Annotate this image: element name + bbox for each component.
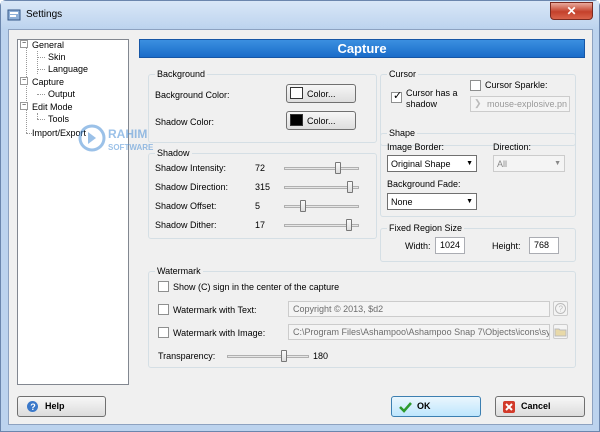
watermark-image-input[interactable]: C:\Program Files\Ashampoo\Ashampoo Snap … [288,324,550,340]
shadow-offset-thumb[interactable] [299,200,306,212]
fixed-region-group: Fixed Region Size Width: 1024 Height: 76… [380,223,576,262]
shadow-offset-value: 5 [255,201,261,211]
cursor-group-title: Cursor [387,69,419,80]
watermark-text-label: Watermark with Text: [173,305,257,315]
tree-item-edit-mode[interactable]: Edit Mode [32,102,73,113]
expand-toggle-icon[interactable]: − [20,77,28,85]
direction-label: Direction: [493,142,532,152]
folder-icon[interactable] [553,324,568,339]
window-title: Settings [26,9,63,20]
shadow-color-swatch [290,114,303,126]
image-border-select[interactable]: Original Shape ▼ [387,155,477,172]
cross-icon [503,401,515,413]
cancel-button[interactable]: Cancel [495,396,585,417]
cursor-shadow-label: Cursor has a shadow [406,88,458,109]
overlay-text-2: SOFTWARE [108,143,154,152]
shadow-direction-value: 315 [255,182,271,192]
image-border-label: Image Border: [387,142,445,152]
cursor-sparkle-label: Cursor Sparkle: [485,80,548,90]
title-bar: Settings ✕ [1,1,599,29]
watermark-image-label: Watermark with Image: [173,328,266,338]
watermark-group-title: Watermark [155,266,203,277]
settings-window: Settings ✕ − General Skin Language − Cap… [0,0,600,432]
shape-group: Shape Image Border: Direction: Original … [380,128,576,217]
shadow-intensity-thumb[interactable] [335,162,341,174]
close-button[interactable]: ✕ [550,2,593,20]
dropdown-arrow-icon: ▼ [466,160,473,167]
shadow-dither-value: 17 [255,220,266,230]
shadow-intensity-slider[interactable] [284,167,359,170]
category-tree[interactable]: − General Skin Language − Capture Output… [17,39,129,385]
background-color-button[interactable]: Color... [286,84,356,103]
shadow-offset-label: Shadow Offset: [155,201,217,211]
height-label: Height: [492,241,521,251]
expand-toggle-icon[interactable]: − [20,40,28,48]
dropdown-arrow-icon: ▼ [466,198,473,205]
background-group: Background Background Color: Color... Sh… [148,69,377,143]
expand-toggle-icon[interactable]: − [20,102,28,110]
transparency-slider[interactable] [227,355,309,358]
direction-select[interactable]: All ▼ [493,155,565,172]
watermark-group: Watermark Show (C) sign in the center of… [148,266,576,368]
help-icon[interactable]: ? [553,301,568,316]
dialog-body: − General Skin Language − Capture Output… [8,29,593,425]
checkmark-icon: ✓ [393,90,403,102]
tree-item-language[interactable]: Language [48,64,88,75]
shadow-intensity-value: 72 [255,163,266,173]
tree-item-output[interactable]: Output [48,89,75,100]
shadow-offset-slider[interactable] [284,205,359,208]
tree-item-skin[interactable]: Skin [48,52,66,63]
shadow-dither-thumb[interactable] [345,219,352,231]
shadow-intensity-label: Shadow Intensity: [155,163,227,173]
settings-icon [7,9,21,21]
shadow-color-label: Shadow Color: [155,117,215,127]
shape-group-title: Shape [387,128,418,139]
background-color-label: Background Color: [155,90,230,100]
cursor-sparkle-file[interactable]: mouse-explosive.pn [470,96,570,112]
width-label: Width: [405,241,431,251]
cursor-shadow-checkbox[interactable]: ✓ [391,90,403,103]
show-copyright-label: Show (C) sign in the center of the captu… [173,282,340,292]
arrow-right-icon: ❯ [474,98,482,108]
tree-item-general[interactable]: General [32,40,64,51]
shadow-group-title: Shadow [155,148,192,159]
cursor-sparkle-checkbox[interactable] [470,80,481,91]
dropdown-arrow-icon: ▼ [554,160,561,167]
background-fade-label: Background Fade: [387,179,461,189]
transparency-value: 180 [313,351,329,361]
page-title: Capture [139,39,585,58]
help-circle-icon: ? [27,401,38,412]
transparency-thumb[interactable] [281,350,288,362]
shadow-group: Shadow Shadow Intensity: 72 Shadow Direc… [148,148,377,239]
svg-text:?: ? [559,305,564,314]
help-button[interactable]: ? Help [17,396,106,417]
watermark-text-input[interactable]: Copyright © 2013, $d2 [288,301,550,317]
shadow-direction-label: Shadow Direction: [155,182,229,192]
shadow-color-button[interactable]: Color... [286,111,356,130]
shadow-dither-label: Shadow Dither: [155,220,217,230]
transparency-label: Transparency: [158,351,216,361]
svg-text:?: ? [30,402,36,412]
checkmark-icon [399,402,412,413]
tree-item-tools[interactable]: Tools [48,114,69,125]
ok-button[interactable]: OK [391,396,481,417]
show-copyright-checkbox[interactable] [158,281,169,292]
fixed-region-group-title: Fixed Region Size [387,223,465,234]
background-color-swatch [290,87,303,99]
background-group-title: Background [155,69,208,80]
background-fade-select[interactable]: None ▼ [387,193,477,210]
watermark-image-checkbox[interactable] [158,327,169,338]
tree-item-capture[interactable]: Capture [32,77,64,88]
height-input[interactable]: 768 [529,237,559,254]
shadow-direction-thumb[interactable] [346,181,353,193]
overlay-text-1: RAHIM [108,127,147,141]
width-input[interactable]: 1024 [435,237,465,254]
watermark-text-checkbox[interactable] [158,304,169,315]
